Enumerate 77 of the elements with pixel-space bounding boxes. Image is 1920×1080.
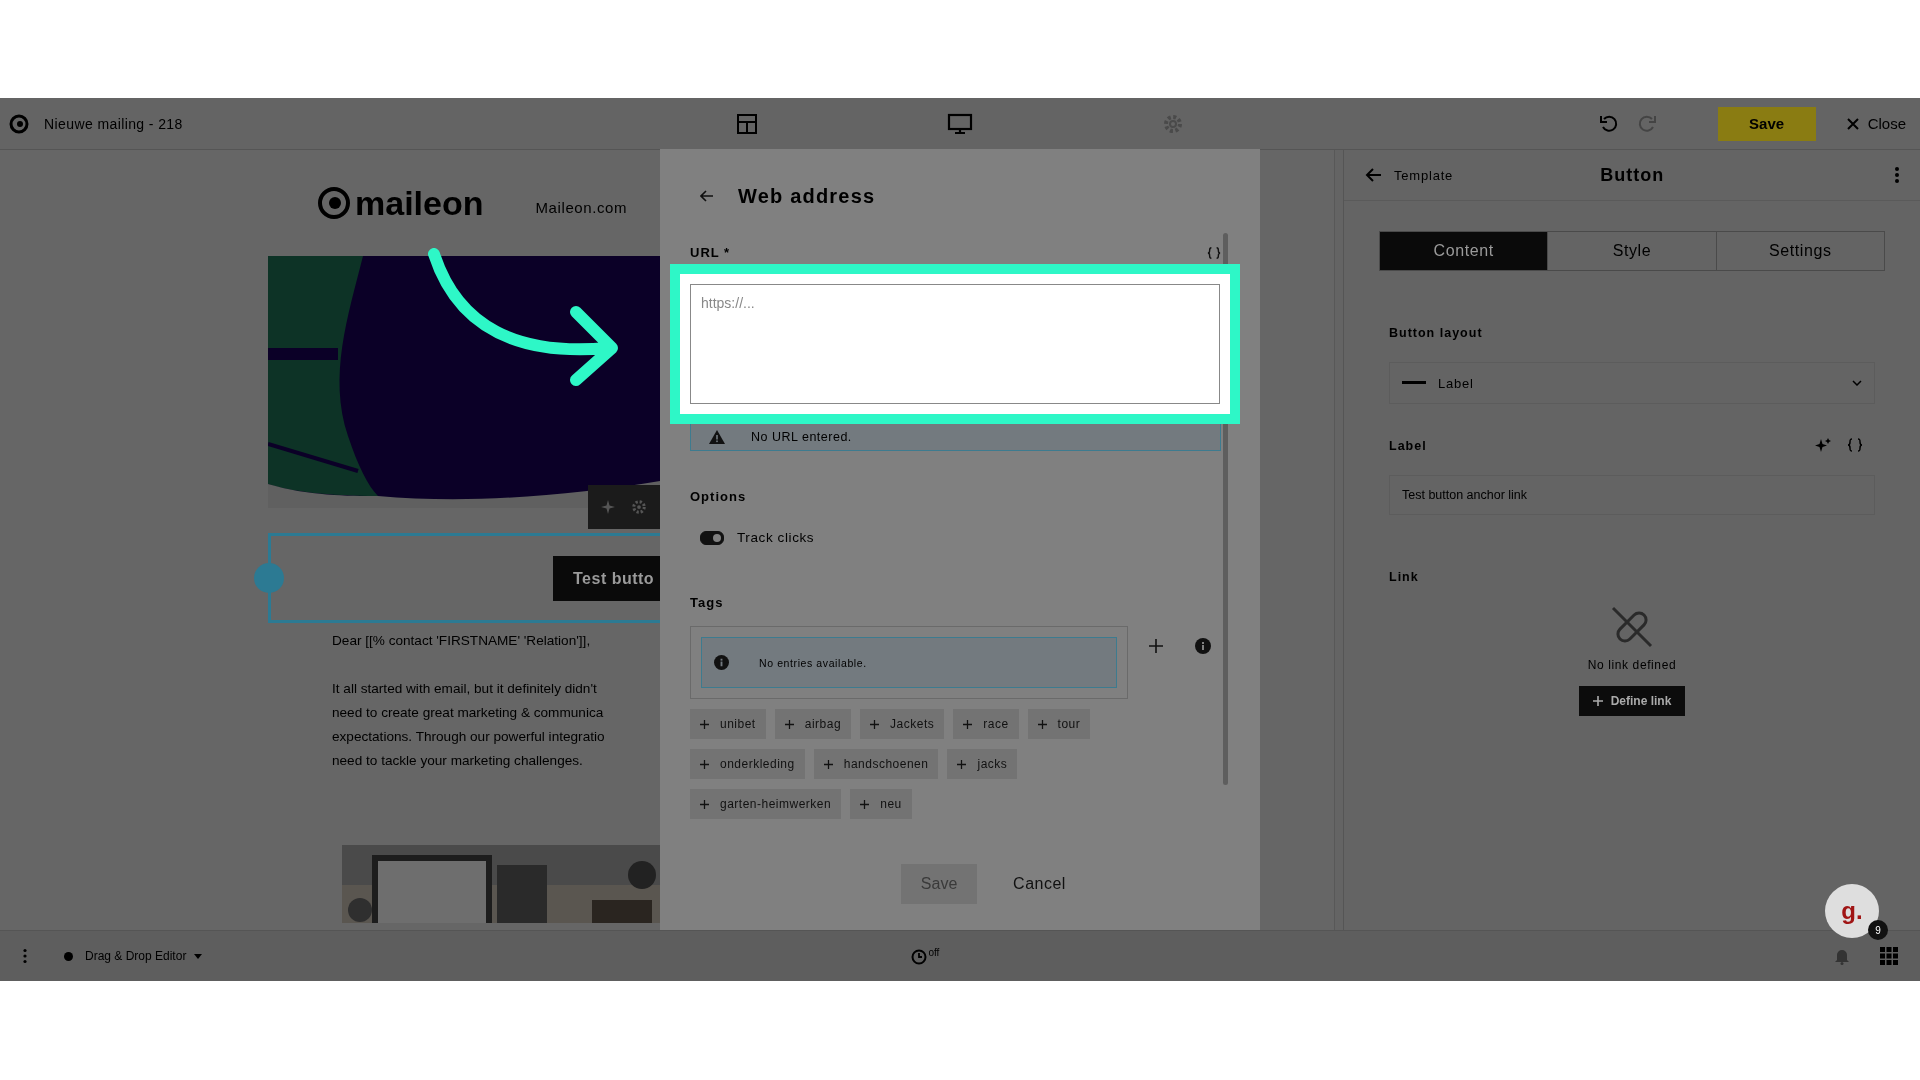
tag-chip[interactable]: neu xyxy=(850,789,912,819)
broken-link-icon xyxy=(1609,604,1655,650)
plus-icon xyxy=(823,759,833,769)
url-label: URL * xyxy=(690,245,731,260)
website-link[interactable]: Maileon.com xyxy=(535,198,628,216)
back-arrow-icon[interactable] xyxy=(700,190,714,202)
tag-chip[interactable]: race xyxy=(953,709,1019,739)
warning-text: No URL entered. xyxy=(751,430,852,444)
plus-icon xyxy=(957,759,967,769)
layout-grid-icon[interactable] xyxy=(735,111,759,136)
define-link-button[interactable]: Define link xyxy=(1579,686,1685,716)
drag-handle[interactable] xyxy=(254,563,284,593)
section-heading: Tags xyxy=(690,595,725,610)
plus-icon xyxy=(1592,696,1603,706)
autosave-toggle[interactable]: off xyxy=(910,947,940,965)
plus-icon xyxy=(963,719,973,729)
plus-icon xyxy=(860,799,870,809)
panel-title: Button xyxy=(1600,164,1666,186)
desktop-preview-icon[interactable] xyxy=(947,111,973,136)
tag-chip[interactable]: unibet xyxy=(690,709,766,739)
tag-chip[interactable]: handschoenen xyxy=(813,749,939,779)
warning-icon xyxy=(709,430,725,444)
tag-chip[interactable]: onderkleding xyxy=(690,749,805,779)
status-dot-icon xyxy=(64,951,73,961)
plus-icon xyxy=(700,799,709,809)
editor-mode-dropdown[interactable]: Drag & Drop Editor xyxy=(58,948,209,964)
braces-icon[interactable] xyxy=(1847,437,1863,453)
close-icon xyxy=(1845,116,1860,131)
caret-icon xyxy=(194,953,203,959)
bell-icon[interactable] xyxy=(1834,947,1850,965)
cancel-button[interactable]: Cancel xyxy=(1007,864,1072,904)
layout-select[interactable]: Label xyxy=(1389,362,1875,404)
brand-logo: maileon xyxy=(316,183,484,223)
tag-chip[interactable]: jacks xyxy=(947,749,1018,779)
track-clicks-toggle[interactable] xyxy=(700,530,724,545)
dialog-title: Web address xyxy=(738,184,876,208)
breadcrumb-link[interactable]: Template xyxy=(1394,167,1454,183)
empty-state-text: No link defined xyxy=(1587,658,1677,672)
section-heading: Options xyxy=(690,489,748,504)
magic-icon[interactable] xyxy=(600,499,616,515)
clock-icon xyxy=(910,947,929,965)
toggle-label: Track clicks xyxy=(737,530,815,545)
plus-icon xyxy=(784,719,794,729)
field-label: Button layout xyxy=(1389,326,1483,340)
more-options-icon[interactable] xyxy=(22,948,28,964)
url-field[interactable]: https://... xyxy=(690,284,1220,404)
tag-chip[interactable]: garten-heimwerken xyxy=(690,789,842,819)
body-text: It all started with email, but it definitely didn't need to create great marketing & communica expectations. Through our powerful integratio need to tackle your marketing challenges. xyxy=(332,680,606,770)
tag-chip[interactable]: airbag xyxy=(774,709,852,739)
more-options-icon[interactable] xyxy=(1894,166,1900,184)
label-field[interactable]: Test button anchor link xyxy=(1389,475,1875,515)
caret-icon xyxy=(1852,380,1862,386)
tag-chip[interactable]: Jackets xyxy=(860,709,945,739)
field-label: Label xyxy=(1389,439,1427,453)
field-label: Link xyxy=(1389,570,1419,584)
close-button[interactable]: Close xyxy=(1839,114,1912,133)
info-icon[interactable] xyxy=(1195,637,1211,654)
save-button[interactable]: Save xyxy=(901,864,978,904)
plus-icon xyxy=(1037,719,1047,729)
info-icon xyxy=(714,655,729,670)
panel-tab[interactable]: Content xyxy=(1380,232,1548,270)
plus-icon xyxy=(700,719,709,729)
back-arrow-icon[interactable] xyxy=(1364,167,1382,183)
mailing-title: Nieuwe mailing - 218 xyxy=(44,115,183,132)
plus-icon xyxy=(870,719,880,729)
braces-icon[interactable] xyxy=(1207,245,1221,260)
app-logo-icon xyxy=(8,112,30,135)
line-style-icon xyxy=(1402,381,1426,385)
add-icon[interactable] xyxy=(1149,638,1163,653)
plus-icon xyxy=(700,759,709,769)
info-text: No entries available. xyxy=(759,656,867,669)
save-button[interactable]: Save xyxy=(1717,106,1816,141)
greeting-text: Dear [[% contact 'FIRSTNAME' 'Relation']], xyxy=(332,632,592,650)
sparkle-icon[interactable] xyxy=(1815,437,1831,453)
tag-chip[interactable]: tour xyxy=(1027,709,1091,739)
settings-icon[interactable] xyxy=(630,498,648,516)
app-grid-icon[interactable] xyxy=(1880,947,1898,965)
